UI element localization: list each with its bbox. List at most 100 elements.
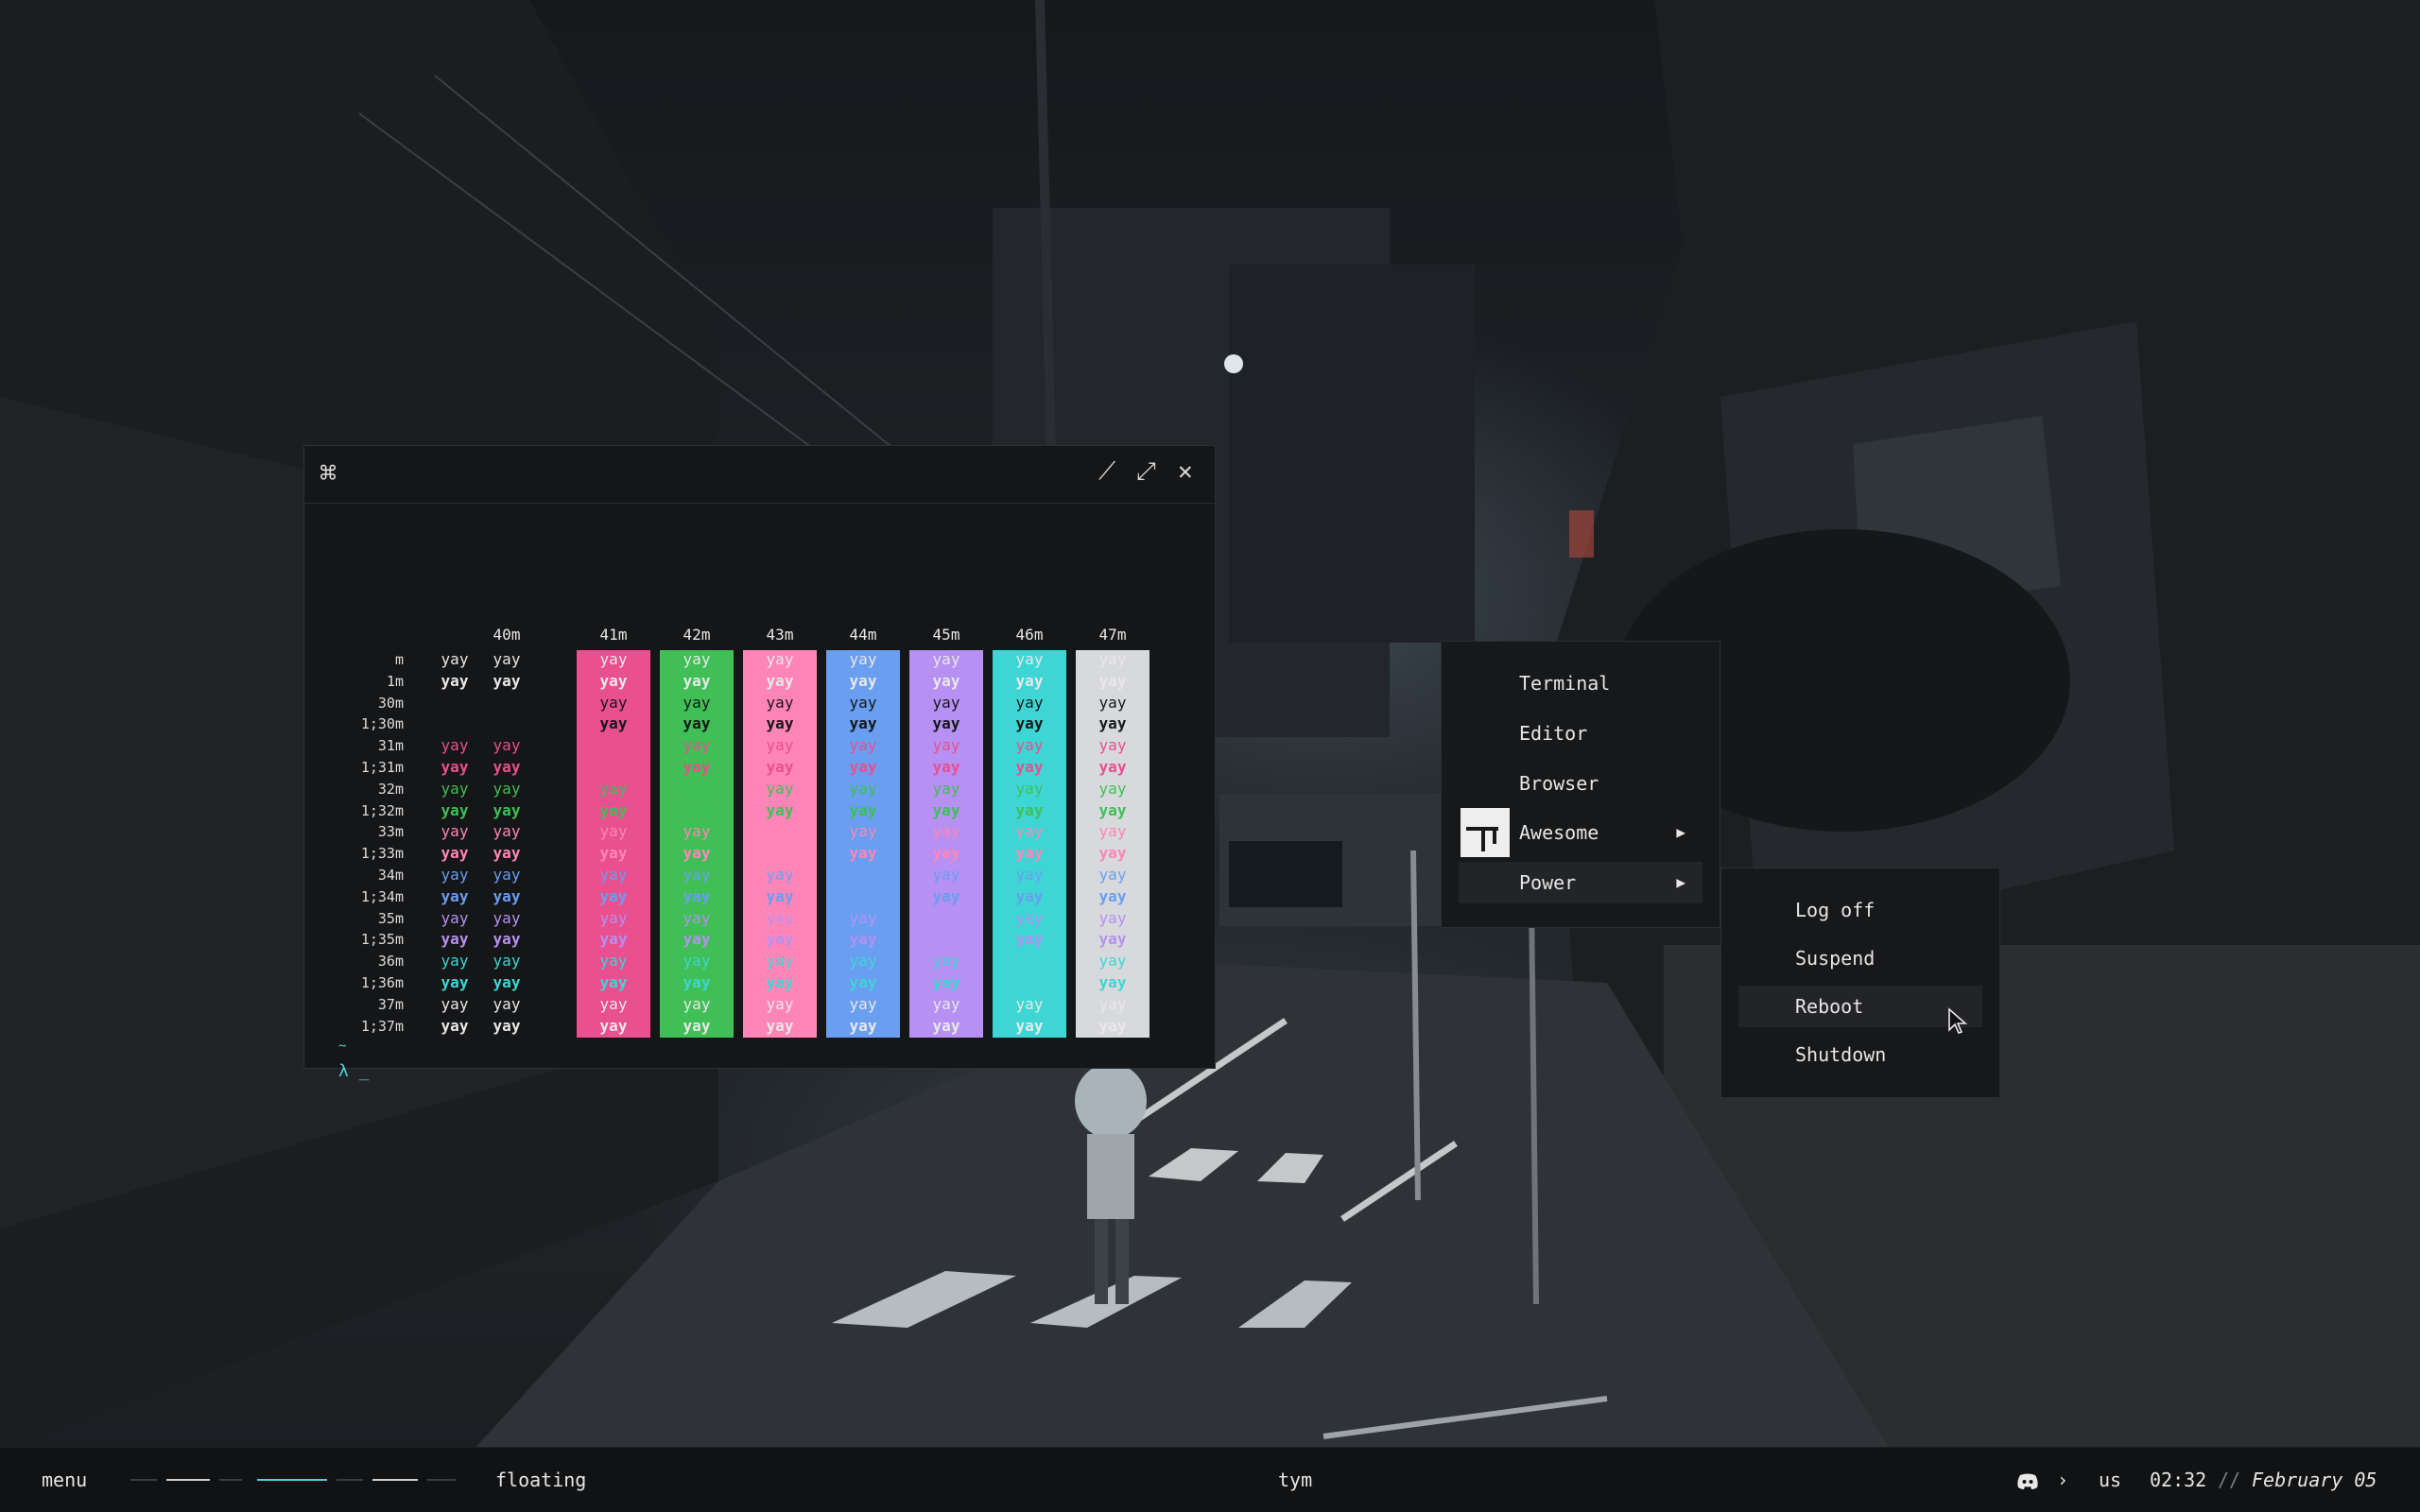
color-sample-cell: yay: [766, 994, 794, 1013]
color-sample-cell: yay: [1015, 693, 1044, 712]
menu-item-browser[interactable]: Browser: [1459, 763, 1703, 804]
row-label: m: [394, 651, 404, 668]
color-sample-cell: yay: [683, 758, 711, 776]
color-sample-cell: yay: [932, 930, 960, 949]
color-sample-cell: yay: [683, 693, 711, 712]
main-menu: Terminal Editor Browser Awesome ▶ Power …: [1441, 641, 1720, 928]
color-sample-cell: yay: [683, 844, 711, 863]
color-sample-cell: yay: [599, 886, 628, 905]
row-label: 35m: [377, 909, 404, 927]
color-sample-cell: yay: [1015, 973, 1044, 991]
color-sample-cell: yay: [1098, 693, 1127, 712]
color-sample-cell: yay: [849, 930, 877, 949]
layout-indicator[interactable]: floating: [495, 1448, 586, 1512]
color-sample-cell: yay: [766, 1016, 794, 1035]
color-sample-cell: yay: [849, 758, 877, 776]
tag-5[interactable]: [337, 1479, 363, 1481]
discord-icon[interactable]: [2014, 1448, 2042, 1512]
color-sample-cell: yay: [766, 714, 794, 733]
color-sample-cell: yay: [849, 650, 877, 668]
menu-item-power[interactable]: Power ▶: [1459, 862, 1703, 903]
color-sample-cell: yay: [599, 822, 628, 841]
menu-item-shutdown[interactable]: Shutdown: [1738, 1034, 1982, 1075]
row-label: 1;31m: [360, 759, 404, 776]
row-label: 1;35m: [360, 931, 404, 949]
color-sample-cell: yay: [683, 994, 711, 1013]
menu-item-reboot[interactable]: Reboot: [1738, 986, 1982, 1027]
maximize-icon[interactable]: ⤢: [1136, 457, 1156, 487]
color-sample-cell: yay: [493, 1016, 521, 1035]
color-sample-cell: yay: [1015, 671, 1044, 690]
color-sample-cell: yay: [766, 671, 794, 690]
clock-separator: //: [2218, 1469, 2241, 1491]
color-sample-cell: yay: [1098, 952, 1127, 971]
menu-item-log-off[interactable]: Log off: [1738, 889, 1982, 931]
menu-item-terminal[interactable]: Terminal: [1459, 662, 1703, 704]
menu-item-suspend[interactable]: Suspend: [1738, 937, 1982, 979]
color-sample-cell: yay: [932, 736, 960, 755]
row-label: 34m: [377, 867, 404, 884]
tag-3[interactable]: [219, 1479, 242, 1481]
color-sample-cell: yay: [849, 779, 877, 798]
color-sample-cell: yay: [493, 908, 521, 927]
color-sample-cell: yay: [493, 671, 521, 690]
color-sample-cell: yay: [683, 800, 711, 819]
terminal-titlebar[interactable]: ⌘ ⟋ ⤢ ✕: [304, 446, 1215, 504]
column-header: 44m: [849, 626, 877, 644]
color-sample-cell: yay: [1098, 736, 1127, 755]
color-sample-cell: yay: [1098, 886, 1127, 905]
minimize-icon[interactable]: ⟋: [1098, 457, 1115, 487]
color-sample-cell: yay: [599, 908, 628, 927]
color-sample-cell: yay: [599, 973, 628, 991]
color-sample-cell: yay: [932, 758, 960, 776]
color-sample-cell: yay: [766, 822, 794, 841]
color-sample-cell: yay: [599, 800, 628, 819]
column-header: 47m: [1098, 626, 1127, 644]
color-sample-cell: yay: [1015, 800, 1044, 819]
color-sample-cell: yay: [470, 714, 544, 732]
tag-4-selected[interactable]: [257, 1479, 327, 1481]
menu-item-editor[interactable]: Editor: [1459, 713, 1703, 754]
tray-chevron-icon[interactable]: ›: [2057, 1448, 2068, 1512]
menu-launcher[interactable]: menu: [42, 1448, 87, 1512]
column-header: 43m: [766, 626, 794, 644]
row-label: 30m: [377, 694, 404, 712]
color-sample-cell: yay: [683, 1016, 711, 1035]
terminal-output[interactable]: 40m 41m 42m 43m 44m 45m 46m 47m m yay yay yay yay yay…: [304, 504, 1215, 1081]
color-sample-cell: yay: [683, 779, 711, 798]
command-key-icon: ⌘: [320, 457, 337, 490]
shell-prompt[interactable]: λ _: [338, 1061, 370, 1081]
tag-2[interactable]: [166, 1479, 210, 1481]
row-label: 31m: [377, 737, 404, 755]
row-label: 1;33m: [360, 845, 404, 863]
terminal-window[interactable]: ⌘ ⟋ ⤢ ✕ 40m 41m 42m 43m 44m 45m 46m 47m m yay yay y…: [303, 445, 1216, 1081]
color-sample-cell: yay: [1015, 866, 1044, 884]
color-sample-cell: yay: [683, 822, 711, 841]
color-sample-cell: yay: [683, 714, 711, 733]
color-sample-cell: yay: [1015, 714, 1044, 733]
color-sample-cell: yay: [1015, 650, 1044, 668]
color-sample-cell: yay: [932, 671, 960, 690]
color-sample-cell: yay: [1098, 866, 1127, 884]
menu-item-awesome[interactable]: Awesome ▶: [1459, 812, 1703, 853]
color-sample-cell: yay: [932, 973, 960, 991]
color-sample-cell: yay: [683, 650, 711, 668]
color-sample-cell: yay: [599, 650, 628, 668]
tag-7[interactable]: [427, 1479, 456, 1481]
close-icon[interactable]: ✕: [1178, 457, 1193, 486]
color-sample-cell: yay: [599, 866, 628, 884]
menu-item-label: Shutdown: [1795, 1043, 1887, 1066]
color-sample-cell: yay: [1098, 800, 1127, 819]
color-sample-cell: yay: [1098, 822, 1127, 841]
tag-1[interactable]: [130, 1479, 157, 1481]
tag-6[interactable]: [372, 1479, 418, 1481]
color-sample-cell: yay: [683, 866, 711, 884]
color-sample-cell: yay: [932, 844, 960, 863]
color-sample-cell: yay: [493, 779, 521, 798]
color-sample-cell: yay: [932, 1016, 960, 1035]
color-sample-cell: yay: [1015, 758, 1044, 776]
color-sample-cell: yay: [766, 930, 794, 949]
keyboard-layout[interactable]: us: [2099, 1448, 2121, 1512]
color-sample-cell: yay: [683, 908, 711, 927]
color-sample-cell: yay: [599, 930, 628, 949]
